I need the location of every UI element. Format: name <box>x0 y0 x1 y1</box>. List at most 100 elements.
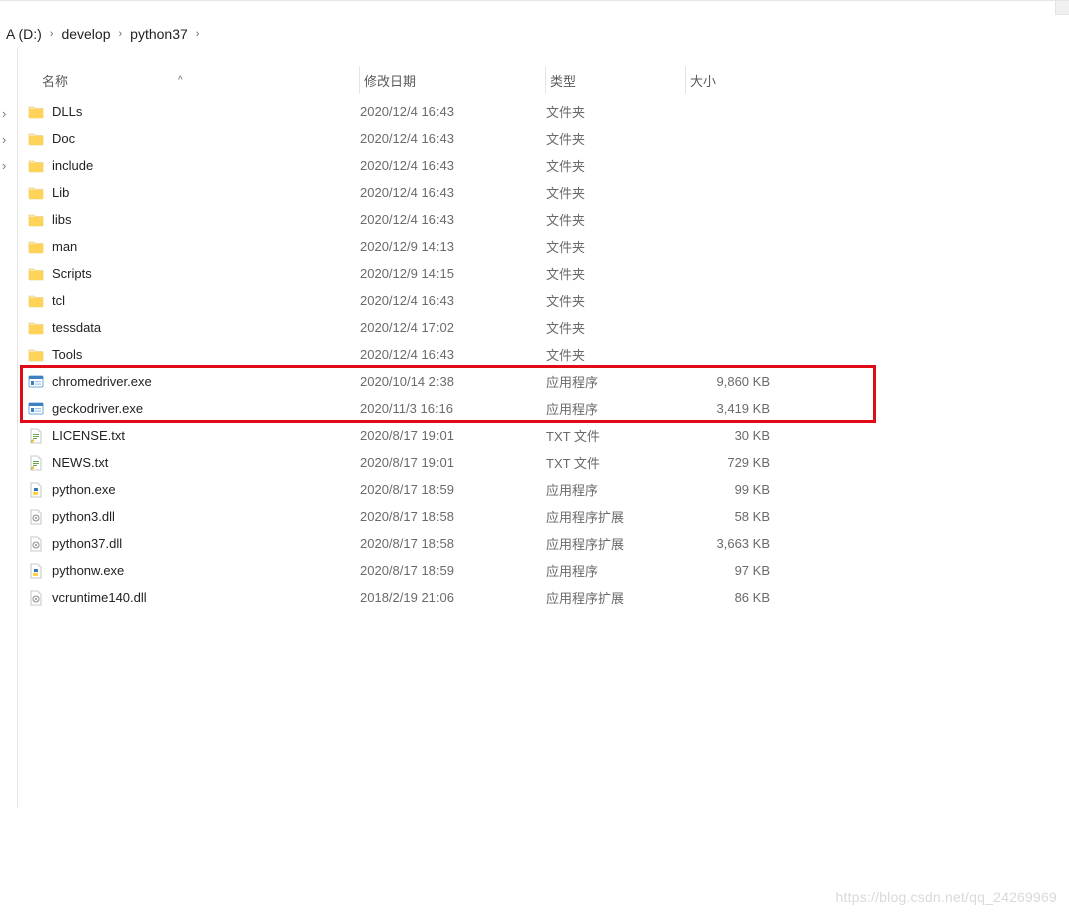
file-date: 2020/12/4 16:43 <box>360 185 546 200</box>
column-header-label: 修改日期 <box>364 71 416 90</box>
file-row[interactable]: DLLs2020/12/4 16:43文件夹 <box>22 98 1057 125</box>
folder-icon <box>22 212 50 228</box>
file-date: 2020/12/4 17:02 <box>360 320 546 335</box>
file-name: Lib <box>50 185 360 200</box>
tree-collapse-icon[interactable]: › <box>2 158 6 173</box>
file-date: 2020/8/17 18:59 <box>360 482 546 497</box>
navigation-pane[interactable]: › › › <box>0 48 18 808</box>
folder-icon <box>22 266 50 282</box>
file-name: vcruntime140.dll <box>50 590 360 605</box>
file-date: 2020/12/4 16:43 <box>360 212 546 227</box>
file-date: 2018/2/19 21:06 <box>360 590 546 605</box>
file-date: 2020/12/4 16:43 <box>360 131 546 146</box>
python-icon <box>22 563 50 579</box>
file-row[interactable]: Doc2020/12/4 16:43文件夹 <box>22 125 1057 152</box>
file-row[interactable]: tessdata2020/12/4 17:02文件夹 <box>22 314 1057 341</box>
file-date: 2020/8/17 18:58 <box>360 509 546 524</box>
file-name: python.exe <box>50 482 360 497</box>
folder-icon <box>22 320 50 336</box>
file-date: 2020/12/9 14:15 <box>360 266 546 281</box>
column-header-size[interactable]: 大小 <box>686 66 796 94</box>
file-date: 2020/12/9 14:13 <box>360 239 546 254</box>
file-type: 应用程序 <box>546 561 686 580</box>
file-type: 文件夹 <box>546 264 686 283</box>
file-size: 97 KB <box>686 563 782 578</box>
column-headers: 名称 ^ 修改日期 类型 大小 <box>38 66 1057 94</box>
file-row[interactable]: Lib2020/12/4 16:43文件夹 <box>22 179 1057 206</box>
file-date: 2020/12/4 16:43 <box>360 104 546 119</box>
file-type: 文件夹 <box>546 210 686 229</box>
file-row[interactable]: include2020/12/4 16:43文件夹 <box>22 152 1057 179</box>
file-type: 应用程序扩展 <box>546 588 686 607</box>
file-type: 文件夹 <box>546 129 686 148</box>
file-type: 文件夹 <box>546 183 686 202</box>
file-size: 30 KB <box>686 428 782 443</box>
file-type: 文件夹 <box>546 156 686 175</box>
dll-icon <box>22 536 50 552</box>
file-size: 9,860 KB <box>686 374 782 389</box>
file-size: 3,663 KB <box>686 536 782 551</box>
column-header-type[interactable]: 类型 <box>546 66 686 94</box>
file-date: 2020/8/17 18:59 <box>360 563 546 578</box>
file-size: 58 KB <box>686 509 782 524</box>
folder-icon <box>22 185 50 201</box>
file-row[interactable]: geckodriver.exe2020/11/3 16:16应用程序3,419 … <box>22 395 1057 422</box>
file-date: 2020/8/17 19:01 <box>360 455 546 470</box>
file-name: python37.dll <box>50 536 360 551</box>
file-name: python3.dll <box>50 509 360 524</box>
file-name: DLLs <box>50 104 360 119</box>
file-list: DLLs2020/12/4 16:43文件夹Doc2020/12/4 16:43… <box>22 98 1057 611</box>
folder-icon <box>22 131 50 147</box>
file-row[interactable]: python.exe2020/8/17 18:59应用程序99 KB <box>22 476 1057 503</box>
file-date: 2020/12/4 16:43 <box>360 293 546 308</box>
file-type: 应用程序扩展 <box>546 534 686 553</box>
file-date: 2020/12/4 16:43 <box>360 158 546 173</box>
column-header-label: 大小 <box>690 71 716 90</box>
breadcrumb-item-develop[interactable]: develop <box>55 26 116 42</box>
file-type: TXT 文件 <box>546 426 686 445</box>
file-size: 99 KB <box>686 482 782 497</box>
file-type: 应用程序 <box>546 480 686 499</box>
file-row[interactable]: man2020/12/9 14:13文件夹 <box>22 233 1057 260</box>
file-date: 2020/11/3 16:16 <box>360 401 546 416</box>
scrollbar-stub[interactable] <box>1055 1 1069 15</box>
file-name: man <box>50 239 360 254</box>
file-date: 2020/8/17 18:58 <box>360 536 546 551</box>
tree-collapse-icon[interactable]: › <box>2 132 6 147</box>
divider <box>0 0 1069 1</box>
file-name: Scripts <box>50 266 360 281</box>
file-name: geckodriver.exe <box>50 401 360 416</box>
file-row[interactable]: python3.dll2020/8/17 18:58应用程序扩展58 KB <box>22 503 1057 530</box>
file-name: libs <box>50 212 360 227</box>
file-row[interactable]: chromedriver.exe2020/10/14 2:38应用程序9,860… <box>22 368 1057 395</box>
python-icon <box>22 482 50 498</box>
file-row[interactable]: LICENSE.txt2020/8/17 19:01TXT 文件30 KB <box>22 422 1057 449</box>
file-row[interactable]: libs2020/12/4 16:43文件夹 <box>22 206 1057 233</box>
file-name: NEWS.txt <box>50 455 360 470</box>
file-name: include <box>50 158 360 173</box>
column-header-name[interactable]: 名称 ^ <box>38 66 360 94</box>
chevron-right-icon: › <box>48 28 56 40</box>
file-date: 2020/8/17 19:01 <box>360 428 546 443</box>
file-row[interactable]: Scripts2020/12/9 14:15文件夹 <box>22 260 1057 287</box>
file-size: 729 KB <box>686 455 782 470</box>
breadcrumb[interactable]: A (D:) › develop › python37 › <box>0 22 201 46</box>
folder-icon <box>22 158 50 174</box>
file-name: tessdata <box>50 320 360 335</box>
file-type: 文件夹 <box>546 237 686 256</box>
tree-collapse-icon[interactable]: › <box>2 106 6 121</box>
file-row[interactable]: pythonw.exe2020/8/17 18:59应用程序97 KB <box>22 557 1057 584</box>
file-name: tcl <box>50 293 360 308</box>
breadcrumb-item-python37[interactable]: python37 <box>124 26 194 42</box>
file-row[interactable]: Tools2020/12/4 16:43文件夹 <box>22 341 1057 368</box>
column-header-date[interactable]: 修改日期 <box>360 66 546 94</box>
file-name: LICENSE.txt <box>50 428 360 443</box>
application-icon <box>22 374 50 390</box>
file-row[interactable]: python37.dll2020/8/17 18:58应用程序扩展3,663 K… <box>22 530 1057 557</box>
file-row[interactable]: NEWS.txt2020/8/17 19:01TXT 文件729 KB <box>22 449 1057 476</box>
column-header-label: 类型 <box>550 71 576 90</box>
breadcrumb-item-drive[interactable]: A (D:) <box>0 26 48 42</box>
file-row[interactable]: vcruntime140.dll2018/2/19 21:06应用程序扩展86 … <box>22 584 1057 611</box>
file-row[interactable]: tcl2020/12/4 16:43文件夹 <box>22 287 1057 314</box>
file-date: 2020/10/14 2:38 <box>360 374 546 389</box>
